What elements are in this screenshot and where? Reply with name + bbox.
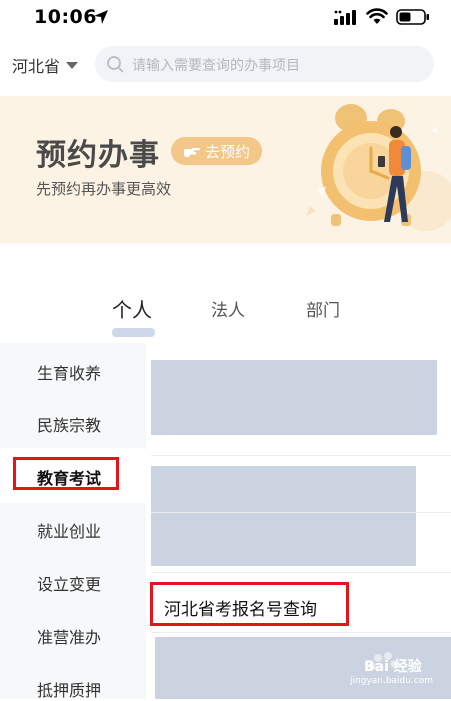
redacted-list-item[interactable] (151, 360, 437, 435)
divider (151, 512, 451, 513)
watermark-url: jingyan.baidu.com (350, 676, 434, 686)
appointment-banner[interactable]: 预约办事 去预约 先预约再办事更高效 (0, 96, 451, 243)
tab-personal[interactable]: 个人 (112, 294, 152, 323)
go-appointment-button[interactable]: 去预约 (171, 137, 262, 165)
wifi-icon (366, 8, 388, 24)
education-exam-highlight (13, 457, 119, 490)
tab-department[interactable]: 部门 (306, 296, 340, 321)
redacted-list-item[interactable] (151, 466, 416, 566)
chevron-down-icon (66, 61, 79, 69)
pointing-hand-icon (183, 148, 200, 157)
sidebar-item-birth-adoption[interactable]: 生育收养 (37, 360, 101, 384)
cellular-signal-icon (334, 10, 356, 25)
divider (151, 632, 451, 633)
tab-active-indicator (112, 328, 155, 337)
region-label: 河北省 (12, 57, 61, 76)
sidebar-item-employment[interactable]: 就业创业 (37, 518, 101, 542)
divider (151, 572, 451, 573)
battery-icon (396, 9, 429, 25)
sidebar-item-business-permit[interactable]: 准营准办 (37, 624, 101, 648)
search-icon (107, 56, 124, 73)
search-placeholder: 请输入需要查询的办事项目 (132, 58, 300, 74)
tab-legal-person[interactable]: 法人 (211, 296, 245, 321)
divider (151, 455, 451, 456)
watermark-brand: Bai 经验 (364, 659, 422, 675)
banner-subtitle: 先预约再办事更高效 (36, 180, 172, 198)
status-time: 10:06 (34, 6, 97, 28)
sidebar-item-establishment-change[interactable]: 设立变更 (37, 571, 101, 595)
sidebar-item-ethnic-religion[interactable]: 民族宗教 (37, 412, 101, 436)
list-item-exam-registration-query[interactable]: 河北省考报名号查询 (164, 595, 317, 620)
alarm-clock-illustration (306, 104, 451, 231)
go-appointment-label: 去预约 (204, 142, 250, 161)
status-bar: 10:06 (0, 0, 451, 36)
location-arrow-icon (94, 10, 108, 24)
sidebar-item-mortgage-pledge[interactable]: 抵押质押 (37, 677, 101, 701)
banner-title: 预约办事 (36, 138, 160, 173)
region-selector[interactable]: 河北省 (12, 53, 79, 77)
search-input[interactable]: 请输入需要查询的办事项目 (95, 46, 434, 82)
